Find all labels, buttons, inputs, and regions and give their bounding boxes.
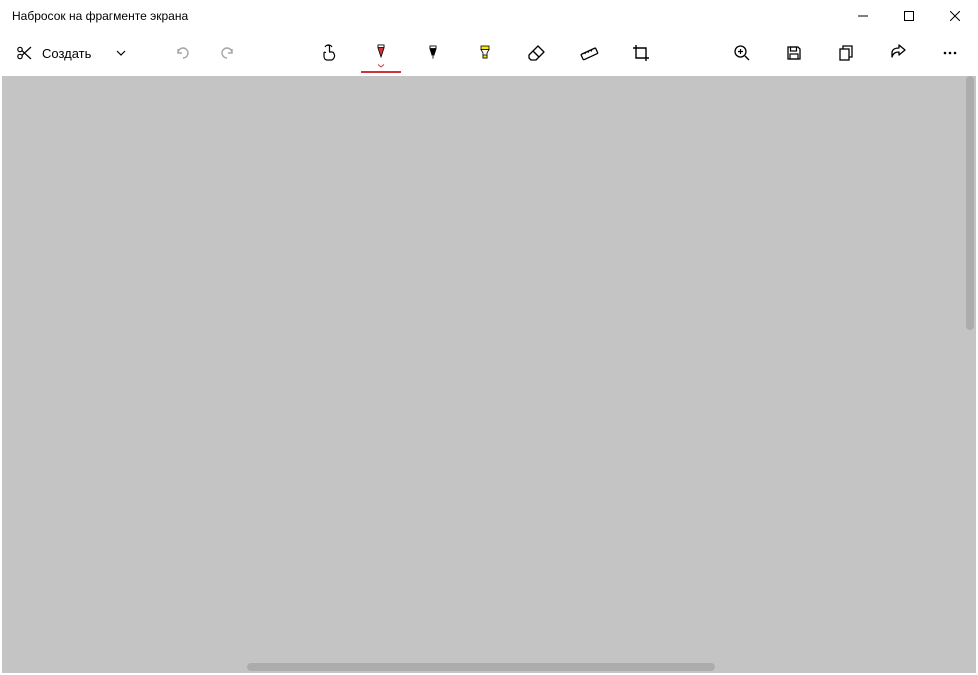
more-icon (941, 44, 959, 62)
canvas-area[interactable] (2, 76, 976, 673)
toolbar-left: Создать (8, 33, 247, 73)
share-button[interactable] (878, 33, 918, 73)
maximize-icon (904, 11, 914, 21)
window-controls (840, 0, 978, 32)
close-icon (950, 11, 960, 21)
chevron-down-icon (116, 50, 126, 56)
crop-button[interactable] (621, 33, 661, 73)
copy-button[interactable] (826, 33, 866, 73)
share-icon (889, 44, 907, 62)
more-button[interactable] (930, 33, 970, 73)
touch-writing-icon (319, 43, 339, 63)
toolbar: Создать (0, 32, 978, 74)
pencil-icon (423, 43, 443, 63)
chevron-down-icon (377, 64, 385, 68)
horizontal-scrollbar[interactable] (247, 663, 715, 671)
ballpoint-pen-button[interactable] (361, 33, 401, 73)
redo-icon (218, 44, 236, 62)
new-snip-button[interactable]: Создать (8, 33, 99, 73)
pencil-button[interactable] (413, 33, 453, 73)
close-button[interactable] (932, 0, 978, 32)
ruler-icon (579, 43, 599, 63)
highlighter-icon (475, 43, 495, 63)
new-snip-label: Создать (42, 46, 91, 61)
vertical-scrollbar[interactable] (966, 76, 974, 330)
minimize-button[interactable] (840, 0, 886, 32)
undo-button[interactable] (163, 33, 203, 73)
pen-icon (371, 42, 391, 62)
undo-icon (174, 44, 192, 62)
touch-writing-button[interactable] (309, 33, 349, 73)
eraser-icon (527, 43, 547, 63)
minimize-icon (858, 11, 868, 21)
redo-button[interactable] (207, 33, 247, 73)
copy-icon (837, 44, 855, 62)
snip-icon (16, 44, 34, 62)
toolbar-center (247, 33, 722, 73)
titlebar: Набросок на фрагменте экрана (0, 0, 978, 32)
save-button[interactable] (774, 33, 814, 73)
highlighter-button[interactable] (465, 33, 505, 73)
ruler-button[interactable] (569, 33, 609, 73)
window-title: Набросок на фрагменте экрана (12, 9, 188, 23)
new-snip-dropdown[interactable] (103, 33, 139, 73)
zoom-button[interactable] (722, 33, 762, 73)
zoom-icon (733, 44, 751, 62)
save-icon (785, 44, 803, 62)
toolbar-right (722, 33, 970, 73)
eraser-button[interactable] (517, 33, 557, 73)
maximize-button[interactable] (886, 0, 932, 32)
crop-icon (631, 43, 651, 63)
